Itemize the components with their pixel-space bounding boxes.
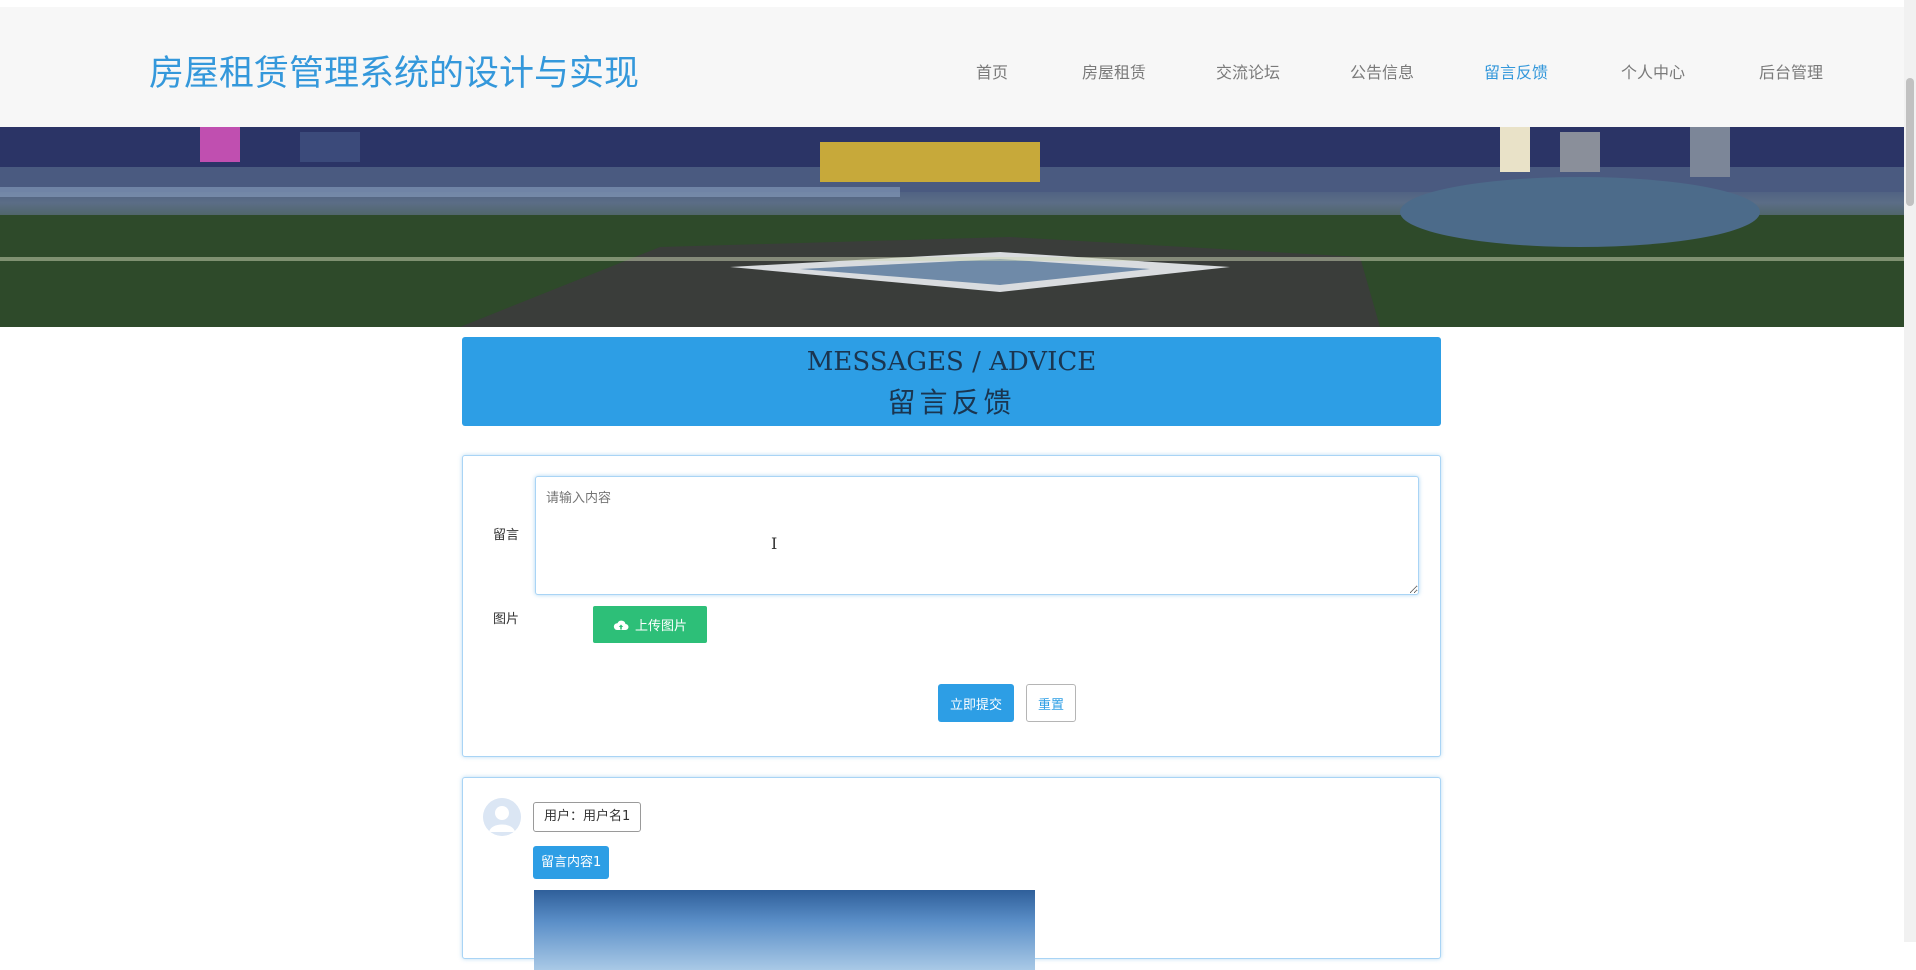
- nav-item-house-rental[interactable]: 房屋租赁: [1082, 59, 1146, 83]
- site-header: 房屋租赁管理系统的设计与实现 首页 房屋租赁 交流论坛 公告信息 留言反馈 个人…: [0, 7, 1904, 128]
- city-skyline-graphic: [0, 127, 1904, 327]
- main-nav: 首页 房屋租赁 交流论坛 公告信息 留言反馈 个人中心 后台管理: [0, 59, 1904, 89]
- feedback-form: 留言 I 图片 上传图片 立即提交 重置: [462, 455, 1441, 757]
- upload-image-button[interactable]: 上传图片: [593, 606, 707, 643]
- image-label: 图片: [493, 612, 520, 627]
- nav-item-home[interactable]: 首页: [976, 59, 1008, 83]
- scrollbar-thumb[interactable]: [1906, 78, 1914, 206]
- comment-content-tag: 留言内容1: [533, 846, 610, 879]
- message-textarea[interactable]: [535, 476, 1419, 595]
- page-scrollbar[interactable]: [1904, 0, 1916, 942]
- user-avatar-icon: [483, 798, 521, 836]
- comment-list-item: 用户：用户名1 留言内容1: [462, 777, 1441, 970]
- upload-button-label: 上传图片: [634, 618, 687, 633]
- comment-image: [534, 890, 1035, 970]
- nav-item-announcements[interactable]: 公告信息: [1350, 59, 1414, 83]
- avatar-graphic: [483, 798, 521, 836]
- section-header: MESSAGES / ADVICE 留言反馈: [462, 337, 1441, 426]
- nav-item-forum[interactable]: 交流论坛: [1216, 59, 1280, 83]
- nav-item-personal-center[interactable]: 个人中心: [1621, 59, 1685, 83]
- nav-item-admin[interactable]: 后台管理: [1759, 59, 1823, 83]
- city-banner-image: [0, 127, 1904, 327]
- nav-item-feedback[interactable]: 留言反馈: [1484, 59, 1548, 83]
- section-title-en: MESSAGES / ADVICE: [806, 347, 1097, 377]
- cloud-upload-icon: [613, 620, 629, 630]
- message-label: 留言: [493, 528, 520, 543]
- section-title-cn: 留言反馈: [887, 386, 1016, 419]
- text-cursor-icon: I: [771, 534, 778, 553]
- comment-user-tag: 用户：用户名1: [533, 802, 642, 832]
- submit-button[interactable]: 立即提交: [938, 684, 1014, 722]
- reset-button[interactable]: 重置: [1026, 684, 1076, 722]
